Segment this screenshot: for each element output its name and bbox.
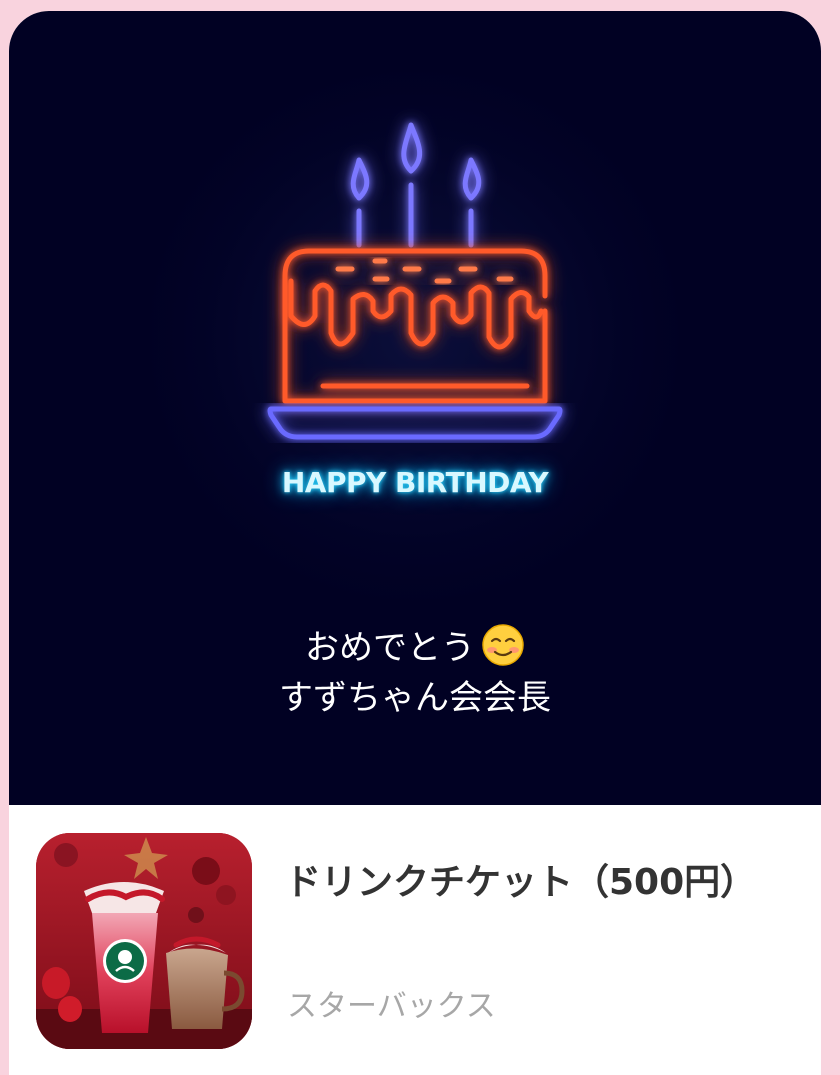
sprinkles <box>335 258 514 284</box>
cake-icing-drips <box>288 278 544 350</box>
birthday-message: おめでとう すずちゃん会会長 <box>9 623 821 723</box>
birthday-message-image: HAPPY BIRTHDAY おめでとう すずちゃん会会長 <box>9 11 821 805</box>
smiling-face-icon <box>482 624 524 666</box>
cake <box>282 248 548 404</box>
product-brand: スターバックス <box>287 989 496 1024</box>
cake-outline <box>282 248 548 404</box>
candle-flame-left <box>350 157 370 201</box>
message-line-1: おめでとう <box>305 628 475 668</box>
gift-card: HAPPY BIRTHDAY おめでとう すずちゃん会会長 ドリンクチケット（5… <box>9 11 821 1075</box>
candle-flame-right <box>462 157 482 201</box>
happy-birthday-neon-text: HAPPY BIRTHDAY <box>281 466 549 499</box>
product-title[interactable]: ドリンクチケット（500円） <box>285 857 756 909</box>
plate <box>267 406 563 440</box>
starbucks-drinks-image[interactable] <box>36 833 252 1049</box>
gift-product-row[interactable]: ドリンクチケット（500円） スターバックス <box>9 805 821 1075</box>
candles <box>350 122 482 248</box>
candle-flame-middle <box>401 122 423 174</box>
message-line-2: すずちゃん会会長 <box>279 678 551 718</box>
